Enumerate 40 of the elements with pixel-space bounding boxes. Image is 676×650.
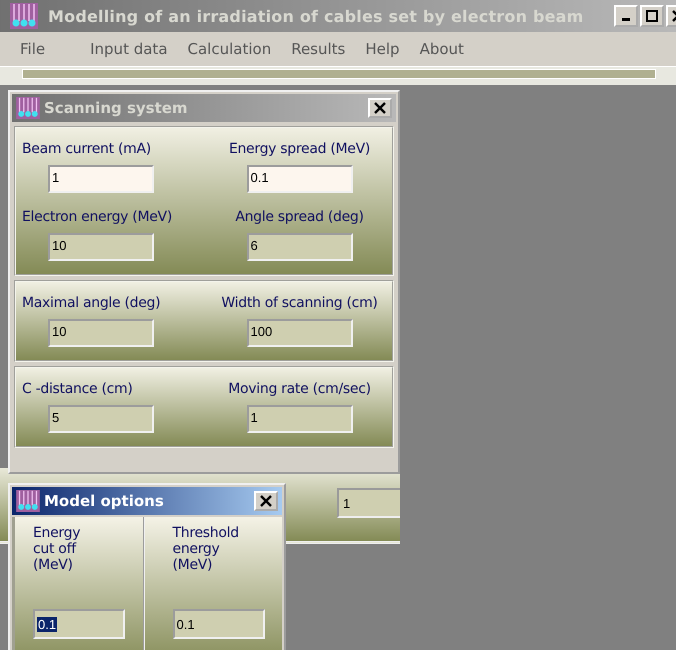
field-label: Electron energy (MeV) [22, 209, 172, 225]
field-label: Threshold energy (MeV) [172, 525, 240, 574]
input-field[interactable]: 5 [48, 405, 154, 433]
dialog-title: Scanning system [44, 99, 188, 117]
close-button[interactable] [254, 491, 278, 511]
input-field[interactable]: 10 [48, 319, 154, 347]
input-field[interactable]: 1 [337, 488, 400, 518]
maximize-icon [646, 10, 658, 22]
field-label: Moving rate (cm/sec) [228, 381, 371, 397]
dialog-title: Model options [44, 492, 164, 510]
field-label: Energy cut off (MeV) [33, 525, 82, 574]
close-icon [374, 102, 386, 114]
field-label: C -distance (cm) [22, 381, 133, 397]
input-field[interactable]: 6 [246, 233, 352, 261]
minimize-icon [622, 18, 630, 21]
minimize-button[interactable] [614, 5, 638, 27]
close-button[interactable] [368, 98, 392, 118]
field-label: Width of scanning (cm) [221, 295, 378, 311]
app-icon [10, 3, 38, 29]
input-field[interactable]: 0.1 [33, 609, 125, 640]
menu-item[interactable]: Results [291, 40, 346, 58]
field-label: Beam current (mA) [22, 141, 151, 157]
maximize-button[interactable] [640, 5, 664, 27]
menu-item[interactable]: Input data [90, 40, 168, 58]
menu-item[interactable]: Calculation [188, 40, 272, 58]
input-field[interactable]: 10 [48, 233, 154, 261]
menu-item[interactable]: Help [365, 40, 400, 58]
input-field[interactable]: 1 [48, 165, 154, 193]
input-field[interactable]: 0.1 [246, 165, 352, 193]
field-label: Maximal angle (deg) [22, 295, 160, 311]
input-field[interactable]: 1 [246, 405, 352, 433]
input-field[interactable]: 0.1 [172, 609, 264, 640]
close-icon [260, 495, 272, 507]
field-label: Angle spread (deg) [235, 209, 364, 225]
field-label: Energy spread (MeV) [228, 141, 370, 157]
app-icon [16, 490, 40, 512]
app-icon [16, 97, 40, 119]
menu-item[interactable]: About [420, 40, 464, 58]
input-field[interactable]: 100 [246, 319, 352, 347]
menu-item[interactable]: File [20, 40, 46, 58]
